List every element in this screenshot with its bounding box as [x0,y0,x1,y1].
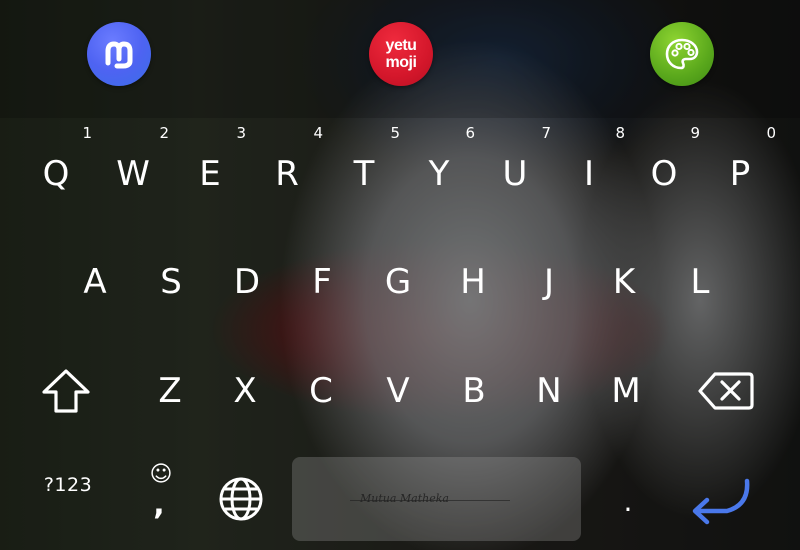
key-b[interactable]: B [436,341,512,441]
key-label: B [462,371,486,411]
key-h[interactable]: H [435,232,511,332]
key-label: V [386,371,410,411]
key-label: I [583,154,595,194]
key-y[interactable]: Y6 [401,124,477,224]
shift-arrow-icon [42,369,90,413]
language-key[interactable] [205,466,277,532]
key-m[interactable]: M [588,341,664,441]
key-a[interactable]: A [57,232,133,332]
period-key[interactable]: . [590,460,666,530]
key-k[interactable]: K [586,232,662,332]
key-t[interactable]: T5 [326,124,402,224]
key-r[interactable]: R4 [249,124,325,224]
space-bar-watermark: Mutua Matheka [360,492,449,505]
yetu-label: yetu [385,37,417,54]
shift-key[interactable] [28,341,104,441]
key-label: Q [42,154,70,194]
mastodon-m-icon [105,41,133,69]
globe-icon [219,477,263,521]
key-hint: 8 [615,124,625,142]
key-label: C [309,371,333,411]
key-e[interactable]: E3 [172,124,248,224]
palette-app-button[interactable] [650,22,714,86]
symbols-label: ?123 [43,474,93,496]
key-d[interactable]: D [209,232,285,332]
mastodon-app-button[interactable] [87,22,151,86]
key-label: S [160,262,182,302]
enter-arrow-icon [692,478,750,525]
key-i[interactable]: I8 [551,124,627,224]
key-hint: 3 [236,124,246,142]
key-hint: 9 [690,124,700,142]
key-label: O [650,154,678,194]
key-z[interactable]: Z [132,341,208,441]
key-hint: 1 [82,124,92,142]
key-hint: 4 [313,124,323,142]
key-l[interactable]: L [662,232,738,332]
moji-label: moji [385,54,417,71]
key-label: K [612,262,636,302]
keyboard: yetu moji Q1 W2 E3 R4 T5 Y6 U7 I8 O9 P0 … [0,0,800,550]
key-n[interactable]: N [511,341,587,441]
key-u[interactable]: U7 [477,124,553,224]
backspace-icon [698,372,754,410]
enter-key[interactable] [678,470,760,536]
key-label: W [116,154,150,194]
key-hint: 2 [159,124,169,142]
key-label: T [353,154,375,194]
key-label: R [275,154,299,194]
key-label: N [536,371,562,411]
key-label: Y [428,154,450,194]
key-label: F [312,262,332,302]
key-p[interactable]: P0 [702,124,778,224]
key-c[interactable]: C [283,341,359,441]
key-hint: 7 [541,124,551,142]
symbols-key[interactable]: ?123 [30,465,106,505]
key-label: L [690,262,710,302]
smiley-icon: ☺ [149,462,173,487]
period-label: . [623,485,633,518]
key-label: E [199,154,221,194]
key-label: D [233,262,261,302]
key-j[interactable]: J [511,232,587,332]
key-w[interactable]: W2 [95,124,171,224]
key-label: G [384,262,412,302]
key-v[interactable]: V [360,341,436,441]
comma-emoji-key[interactable]: ☺ , [121,455,197,527]
key-s[interactable]: S [133,232,209,332]
key-hint: 6 [465,124,475,142]
key-f[interactable]: F [284,232,360,332]
key-g[interactable]: G [360,232,436,332]
key-x[interactable]: X [207,341,283,441]
key-label: X [233,371,257,411]
key-label: H [460,262,486,302]
key-hint: 5 [390,124,400,142]
palette-icon [665,38,699,70]
key-label: Z [158,371,182,411]
comma-label: , [153,487,165,522]
backspace-key[interactable] [688,341,764,441]
key-label: M [611,371,641,411]
yetu-moji-app-button[interactable]: yetu moji [369,22,433,86]
key-hint: 0 [766,124,776,142]
key-q[interactable]: Q1 [18,124,94,224]
key-label: U [502,154,528,194]
key-o[interactable]: O9 [626,124,702,224]
key-label: J [543,262,555,302]
key-label: P [729,154,751,194]
key-label: A [83,262,107,302]
